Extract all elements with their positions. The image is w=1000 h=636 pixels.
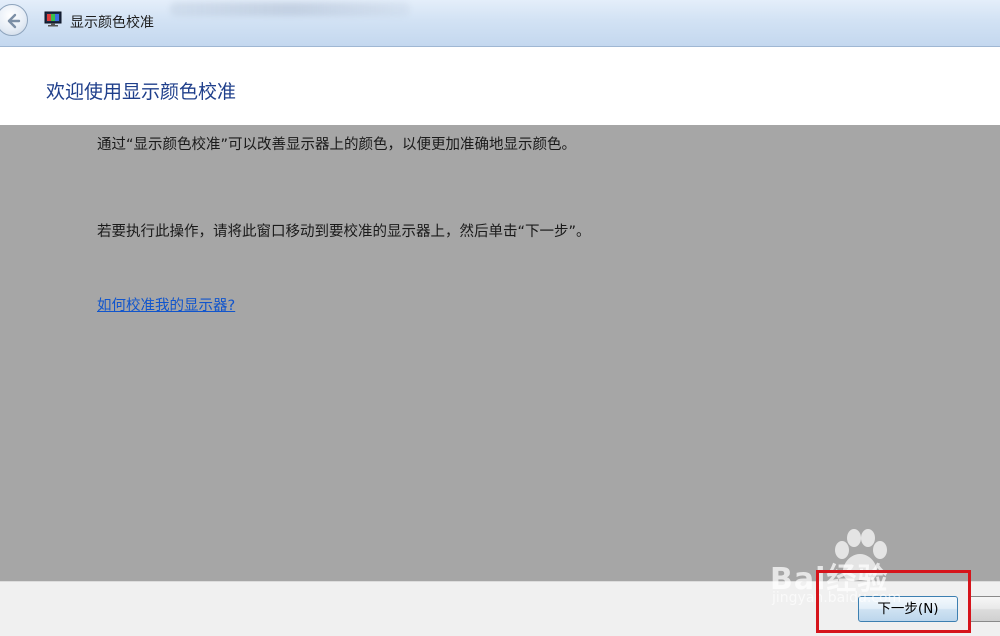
blurred-address-bar bbox=[170, 2, 410, 16]
display-color-calibration-icon bbox=[44, 11, 62, 27]
back-button[interactable] bbox=[0, 4, 28, 36]
intro-text: 通过“显示颜色校准”可以改善显示器上的颜色，以便更加准确地显示颜色。 bbox=[97, 137, 577, 153]
main-content: 通过“显示颜色校准”可以改善显示器上的颜色，以便更加准确地显示颜色。 若要执行此… bbox=[0, 125, 1000, 581]
page-title: 欢迎使用显示颜色校准 bbox=[46, 81, 237, 103]
window-title: 显示颜色校准 bbox=[70, 15, 154, 31]
window-titlebar: 显示颜色校准 bbox=[0, 0, 1000, 47]
next-button-highlight bbox=[816, 570, 971, 633]
help-link[interactable]: 如何校准我的显示器? bbox=[97, 294, 235, 315]
instruction-text: 若要执行此操作，请将此窗口移动到要校准的显示器上，然后单击“下一步”。 bbox=[97, 224, 591, 240]
header-panel: 欢迎使用显示颜色校准 bbox=[0, 47, 1000, 125]
back-arrow-icon bbox=[7, 13, 21, 29]
cancel-button[interactable] bbox=[968, 596, 1000, 622]
